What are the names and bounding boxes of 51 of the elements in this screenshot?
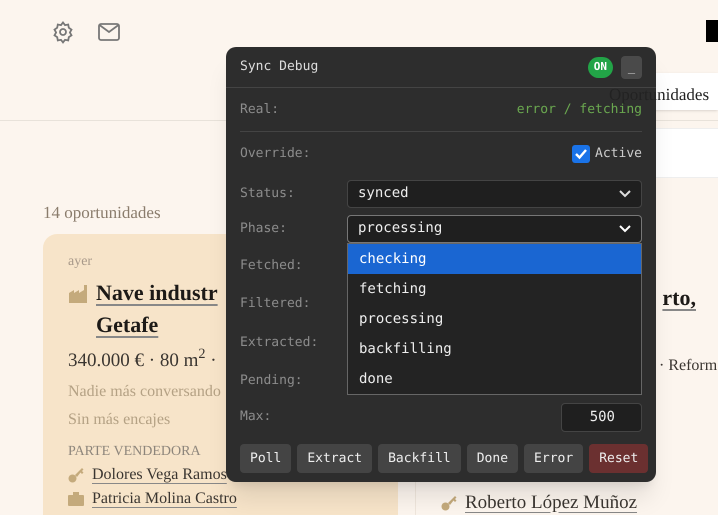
- action-button[interactable]: Done: [466, 444, 518, 473]
- briefcase-icon: [68, 492, 84, 506]
- action-button[interactable]: Extract: [297, 444, 372, 473]
- chevron-down-icon: [619, 190, 631, 198]
- result-count: 14 oportunidades: [42, 202, 162, 224]
- key-icon: [68, 467, 84, 483]
- dropdown-option[interactable]: checking: [348, 244, 641, 274]
- status-badge: ON: [588, 56, 613, 78]
- field-label: Real:: [240, 100, 280, 119]
- listing-facts: 340.000 € · 80 m$^{2}$ ·: [68, 346, 217, 372]
- dropdown-option[interactable]: backfilling: [348, 334, 641, 364]
- action-button[interactable]: Error: [524, 444, 584, 473]
- note-text: Nadie más conversando: [68, 382, 221, 402]
- key-icon: [441, 494, 457, 510]
- dropdown-option[interactable]: processing: [348, 304, 641, 334]
- max-input[interactable]: 500: [561, 402, 642, 432]
- field-label: Filtered:: [240, 295, 310, 313]
- search-field[interactable]: [656, 128, 718, 178]
- settings-icon[interactable]: [51, 20, 75, 44]
- select-field[interactable]: processing: [347, 214, 642, 242]
- action-button[interactable]: Reset: [589, 444, 648, 473]
- field-label: Status:: [240, 184, 296, 203]
- field-label: Extracted:: [240, 334, 318, 352]
- real-state-value: error / fetching: [516, 102, 642, 119]
- field-label: Phase:: [240, 220, 288, 238]
- field-label: Override:: [240, 145, 310, 164]
- listing-title[interactable]: Nave industr Getafe: [96, 276, 218, 340]
- section-label: PARTE VENDEDORA: [68, 443, 201, 461]
- listing-title[interactable]: rto,: [662, 282, 696, 314]
- person-link[interactable]: Roberto López Muñoz: [465, 492, 638, 514]
- minimize-button[interactable]: _: [621, 56, 642, 78]
- checkbox[interactable]: [572, 145, 590, 163]
- date-label: ayer: [68, 252, 92, 270]
- select-field[interactable]: synced: [347, 180, 642, 208]
- field-label: Max:: [240, 408, 272, 426]
- mail-icon[interactable]: [97, 20, 121, 44]
- listing-facts: · Reform: [659, 356, 718, 376]
- action-button[interactable]: Poll: [240, 444, 292, 473]
- field-label: Fetched:: [240, 256, 303, 274]
- dropdown-option[interactable]: done: [348, 364, 641, 394]
- chevron-down-icon: [619, 224, 631, 232]
- checkbox-label: Active: [595, 145, 642, 164]
- action-button[interactable]: Backfill: [378, 444, 461, 473]
- person-link[interactable]: Dolores Vega Ramos: [92, 464, 227, 486]
- field-label: Pending:: [240, 372, 303, 390]
- factory-icon: [68, 284, 88, 302]
- person-link[interactable]: Patricia Molina Castro: [92, 488, 237, 510]
- note-text: Sin más encajes: [68, 410, 170, 430]
- panel-title: Sync Debug: [240, 58, 318, 76]
- logo-icon: [706, 20, 718, 42]
- dropdown-option[interactable]: fetching: [348, 274, 641, 304]
